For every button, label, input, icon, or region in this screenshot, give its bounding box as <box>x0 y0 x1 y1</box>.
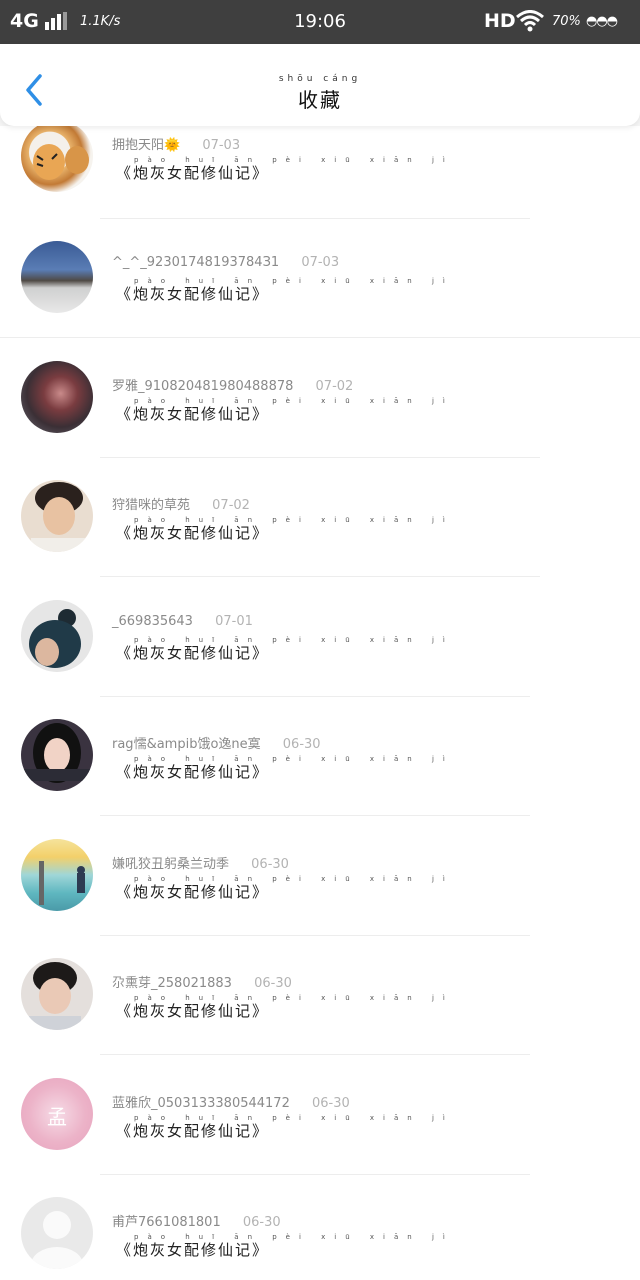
list-item-meta: 嫌吼狡丑躬桑兰动季 06-30 <box>112 853 289 872</box>
page-title: shōu cáng 收藏 <box>0 74 640 113</box>
divider <box>100 1054 530 1055</box>
username: ^_^_92301748193784З1 <box>112 255 280 270</box>
book-title: 《炮灰女配修仙记》 <box>116 883 270 901</box>
list-item[interactable]: rag懦&ampib饿o逸ne寞 06-30 pào huī ān pèi xi… <box>0 719 640 837</box>
title-pinyin: shōu cáng <box>278 74 362 84</box>
avatar <box>21 126 93 192</box>
svg-text:孟: 孟 <box>47 1105 67 1129</box>
date: 06-30 <box>251 857 289 872</box>
date: 07-02 <box>212 498 250 513</box>
list-item-meta: _669835643 07-01 <box>112 614 253 629</box>
date: 07-03 <box>301 255 340 270</box>
divider <box>100 218 530 219</box>
date: 06-30 <box>242 1215 281 1230</box>
list-item-meta: ^_^_92301748193784З1 07-03 <box>112 255 339 270</box>
book-title: 《炮灰女配修仙记》 <box>116 1002 270 1020</box>
book-title: 《炮灰女配修仙记》 <box>116 763 270 781</box>
hd-indicator: HD <box>484 10 516 32</box>
divider <box>100 815 530 816</box>
username: _669835643 <box>112 614 193 629</box>
notification-icons: ◓◓◓ <box>586 14 618 29</box>
username: 甫芦7661081801 <box>112 1215 221 1230</box>
avatar <box>21 719 93 791</box>
list-item-meta: 拥抱天阳🌞 07-03 <box>112 134 240 153</box>
avatar <box>21 480 93 552</box>
username: rag懦&ampib饿o逸ne寞 <box>112 737 261 752</box>
date: 07-02 <box>315 379 354 394</box>
divider <box>100 696 530 697</box>
list-item-meta: rag懦&ampib饿o逸ne寞 06-30 <box>112 733 321 752</box>
book-title: 《炮灰女配修仙记》 <box>116 1122 270 1140</box>
list-item[interactable]: 罗雅_910820481980488878 07-02 pào huī ān p… <box>0 361 640 479</box>
username: 拥抱天阳🌞 <box>112 138 181 153</box>
divider <box>100 1174 530 1175</box>
book-title: 《炮灰女配修仙记》 <box>116 285 270 303</box>
avatar <box>21 839 93 911</box>
list-item[interactable]: 狩猎咪的草苑 07-02 pào huī ān pèi xiū xiān jì … <box>0 480 640 598</box>
divider <box>0 337 640 338</box>
list-item-meta: 罗雅_910820481980488878 07-02 <box>112 375 353 394</box>
avatar <box>21 241 93 313</box>
list-item[interactable]: 甫芦7661081801 06-30 pào huī ān pèi xiū xi… <box>0 1197 640 1280</box>
book-title: 《炮灰女配修仙记》 <box>116 164 270 182</box>
date: 06-30 <box>311 1096 350 1111</box>
wifi-icon <box>516 10 544 32</box>
list-item[interactable]: 孟 蓝雅欣_0503133380544172 06-30 pào huī ān … <box>0 1078 640 1196</box>
divider <box>100 576 540 577</box>
list-item[interactable]: 拥抱天阳🌞 07-03 pào huī ān pèi xiū xiān jì 《… <box>0 126 640 244</box>
list-item[interactable]: 尕熏芽_258021883 06-30 pào huī ān pèi xiū x… <box>0 958 640 1076</box>
list-item-meta: 狩猎咪的草苑 07-02 <box>112 494 250 513</box>
divider <box>100 935 530 936</box>
username: 蓝雅欣_0503133380544172 <box>112 1096 290 1111</box>
book-title: 《炮灰女配修仙记》 <box>116 644 270 662</box>
favorites-list: 拥抱天阳🌞 07-03 pào huī ān pèi xiū xiān jì 《… <box>0 126 640 1280</box>
list-item[interactable]: 嫌吼狡丑躬桑兰动季 06-30 pào huī ān pèi xiū xiān … <box>0 839 640 957</box>
avatar <box>21 600 93 672</box>
clock: 19:06 <box>294 11 346 32</box>
status-bar: 4G 1.1K/s 19:06 HD 70% ◓◓◓ <box>0 0 640 44</box>
book-title: 《炮灰女配修仙记》 <box>116 405 270 423</box>
book-title: 《炮灰女配修仙记》 <box>116 524 270 542</box>
list-item[interactable]: ^_^_92301748193784З1 07-03 pào huī ān pè… <box>0 241 640 359</box>
battery-level: 70% <box>552 14 581 29</box>
avatar: 孟 <box>21 1078 93 1150</box>
top-nav-bar: shōu cáng 收藏 <box>0 44 640 126</box>
username: 狩猎咪的草苑 <box>112 498 191 513</box>
title-text: 收藏 <box>298 88 342 112</box>
username: 嫌吼狡丑躬桑兰动季 <box>112 857 230 872</box>
list-item-meta: 尕熏芽_258021883 06-30 <box>112 972 292 991</box>
avatar <box>21 1197 93 1269</box>
date: 06-30 <box>282 737 321 752</box>
avatar <box>21 958 93 1030</box>
divider <box>100 457 540 458</box>
book-title: 《炮灰女配修仙记》 <box>116 1241 270 1259</box>
date: 07-03 <box>202 138 241 153</box>
date: 06-30 <box>254 976 292 991</box>
list-item-meta: 蓝雅欣_0503133380544172 06-30 <box>112 1092 350 1111</box>
avatar <box>21 361 93 433</box>
list-item[interactable]: _669835643 07-01 pào huī ān pèi xiū xiān… <box>0 600 640 718</box>
list-item-meta: 甫芦7661081801 06-30 <box>112 1211 281 1230</box>
date: 07-01 <box>215 614 253 629</box>
username: 罗雅_910820481980488878 <box>112 379 294 394</box>
username: 尕熏芽_258021883 <box>112 976 232 991</box>
